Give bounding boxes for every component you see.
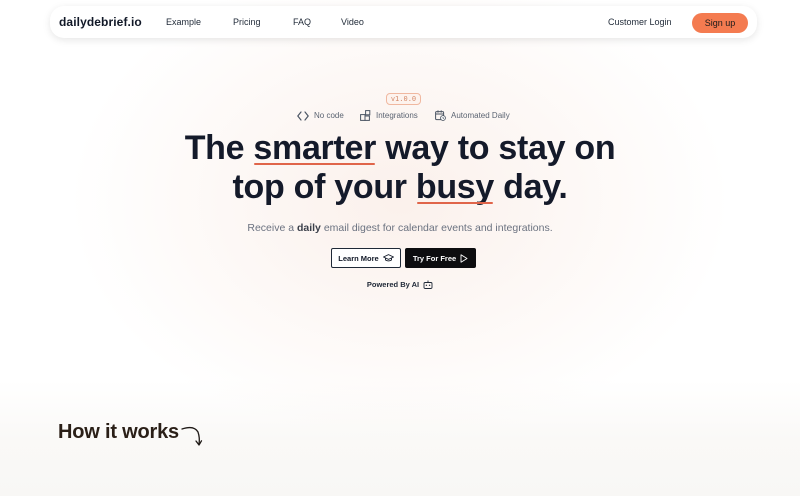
curved-arrow-icon bbox=[181, 426, 203, 446]
calendar-clock-icon bbox=[435, 110, 446, 121]
powered-label: Powered By AI bbox=[366, 280, 420, 289]
headline-text: way to stay on bbox=[376, 129, 616, 167]
button-label: Learn More bbox=[338, 253, 379, 263]
top-navbar: dailydebrief.io Example Pricing FAQ Vide… bbox=[50, 6, 757, 38]
feature-no-code: No code bbox=[297, 109, 344, 122]
nav-link-example[interactable]: Example bbox=[166, 17, 201, 27]
feature-label: No code bbox=[314, 111, 344, 120]
headline-highlight-smarter: smarter bbox=[253, 129, 377, 167]
puzzle-blocks-icon bbox=[360, 110, 371, 121]
code-brackets-icon bbox=[297, 110, 309, 121]
play-icon bbox=[460, 253, 468, 263]
hero-headline-line-2: top of your busy day. bbox=[0, 168, 800, 206]
subtitle-bold: daily bbox=[296, 222, 321, 234]
learn-more-button[interactable]: Learn More bbox=[331, 248, 401, 268]
sign-up-button[interactable]: Sign up bbox=[692, 13, 748, 33]
powered-by-ai: Powered By AI bbox=[0, 280, 800, 289]
nav-link-faq[interactable]: FAQ bbox=[293, 17, 311, 27]
try-for-free-button[interactable]: Try For Free bbox=[405, 248, 476, 268]
headline-text: day. bbox=[494, 168, 568, 206]
nav-link-video[interactable]: Video bbox=[341, 17, 364, 27]
feature-label: Automated Daily bbox=[451, 111, 510, 120]
hero-subtitle: Receive a daily email digest for calenda… bbox=[0, 222, 800, 234]
customer-login-link[interactable]: Customer Login bbox=[608, 17, 672, 27]
version-badge: v1.0.0 bbox=[386, 93, 421, 105]
headline-text: The bbox=[184, 129, 254, 167]
how-it-works-title: How it works bbox=[58, 421, 179, 443]
feature-automated-daily: Automated Daily bbox=[435, 109, 510, 122]
graduation-cap-icon bbox=[382, 254, 394, 262]
feature-integrations: Integrations bbox=[360, 109, 418, 122]
hero-headline-line-1: The smarter way to stay on bbox=[0, 129, 800, 167]
subtitle-text: Receive a bbox=[247, 222, 297, 234]
nav-link-pricing[interactable]: Pricing bbox=[233, 17, 261, 27]
subtitle-text: email digest for calendar events and int… bbox=[320, 222, 553, 234]
button-label: Try For Free bbox=[412, 253, 457, 263]
headline-text: top of your bbox=[232, 168, 416, 206]
robot-icon bbox=[423, 280, 433, 289]
headline-highlight-busy: busy bbox=[415, 168, 495, 206]
feature-label: Integrations bbox=[376, 111, 418, 120]
brand-logo[interactable]: dailydebrief.io bbox=[59, 15, 142, 29]
